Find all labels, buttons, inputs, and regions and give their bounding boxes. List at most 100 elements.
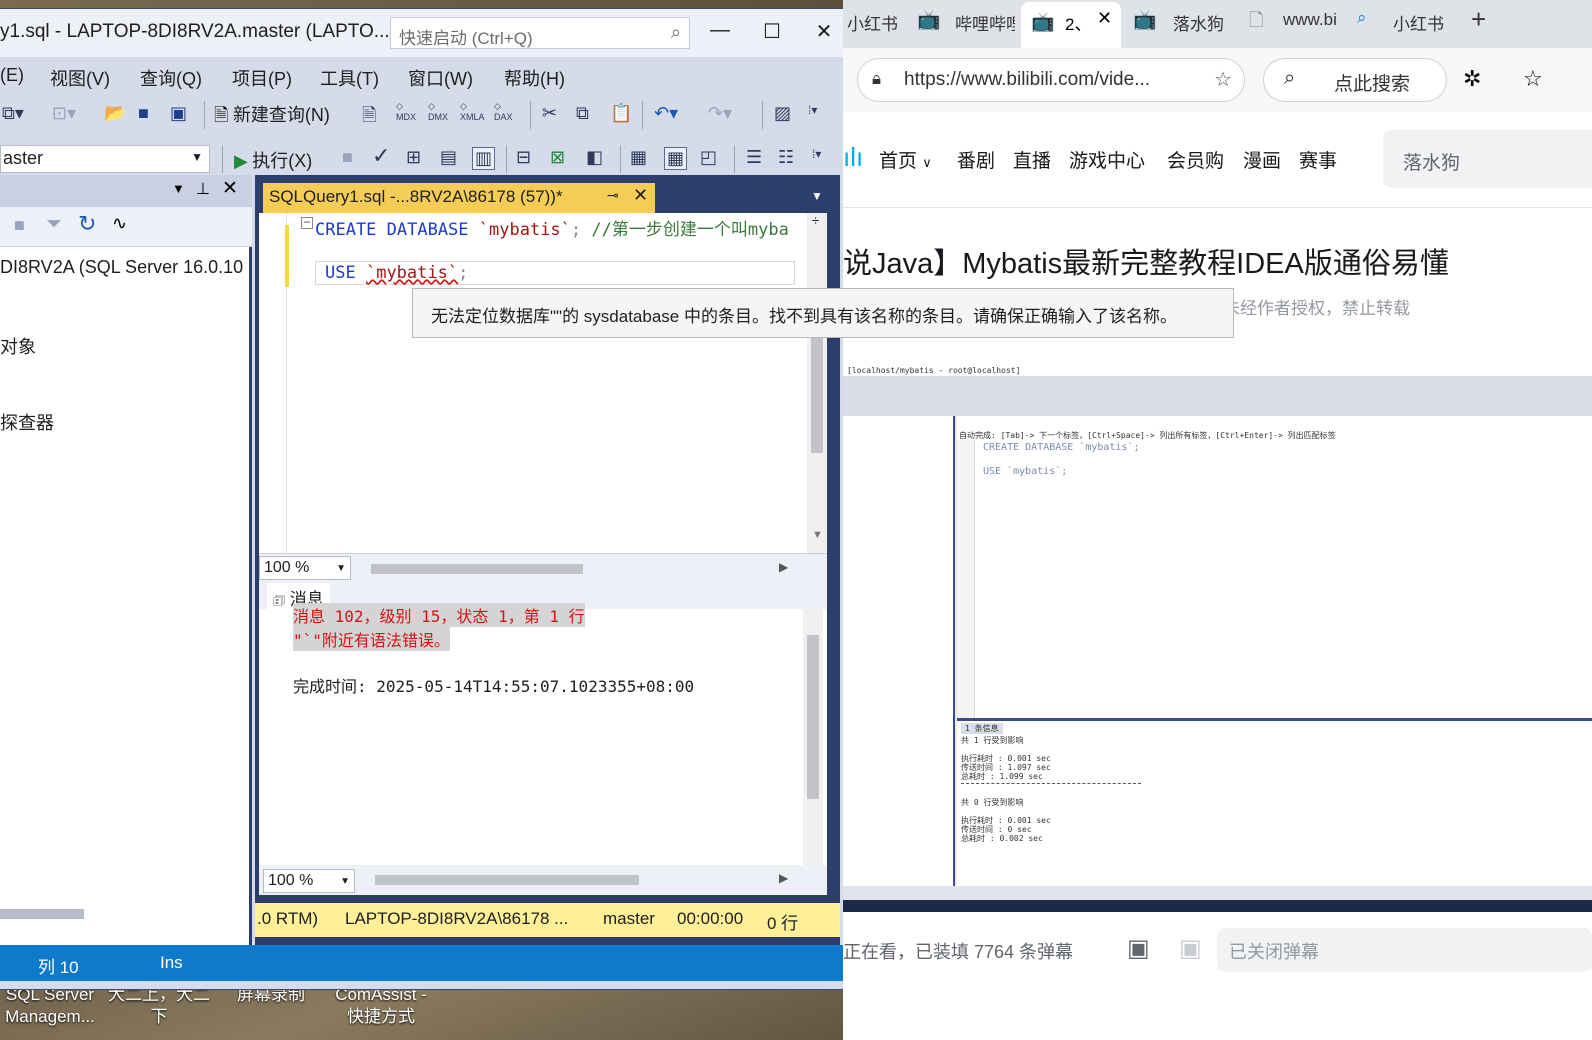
pin-icon[interactable]: ⊸ <box>607 187 619 204</box>
activity-monitor-icon[interactable]: ▨ <box>774 103 791 124</box>
tab-xiaohongshu-2[interactable]: 小红书 <box>1393 10 1444 35</box>
sql-editor[interactable]: − CREATE DATABASE `mybatis`; //第一步创建一个叫m… <box>259 213 827 553</box>
tab-www[interactable]: www.bi <box>1283 10 1337 30</box>
danmaku-settings-icon[interactable]: ▣ <box>1179 934 1202 963</box>
quick-launch-input[interactable]: 快速启动 (Ctrl+Q) ⌕ <box>390 17 690 49</box>
scrollbar-thumb[interactable] <box>807 635 819 799</box>
results-file-icon[interactable]: ◰ <box>700 147 717 168</box>
desktop-icon-ssms[interactable]: SQL Server Managem... <box>0 984 100 1028</box>
xmla-query-button[interactable]: ◇ XMLA <box>460 101 485 122</box>
uncomment-icon[interactable]: ☷ <box>778 147 794 168</box>
paste-icon[interactable]: 📋 <box>610 103 632 124</box>
new-query-button[interactable]: 🗎 新建查询(N) <box>214 101 330 133</box>
menu-project[interactable]: 项目(P) <box>232 65 292 91</box>
parse-check-icon[interactable]: ✓ <box>372 143 390 169</box>
vertical-scrollbar[interactable]: ÷ ▼ <box>807 213 827 553</box>
redo-icon[interactable]: ↷▾ <box>708 103 732 124</box>
new-project-icon[interactable]: ⧉▾ <box>2 103 24 124</box>
include-stats-icon[interactable]: ⊠ <box>550 147 565 168</box>
show-plan-icon[interactable]: ⊟ <box>516 147 531 168</box>
save-icon[interactable]: ■ <box>138 103 149 124</box>
stop-icon[interactable]: ■ <box>14 215 25 236</box>
menu-edit[interactable]: (E) <box>0 65 24 86</box>
vertical-scrollbar[interactable] <box>803 609 823 865</box>
client-stats-icon[interactable]: ◧ <box>586 147 603 168</box>
activity-icon[interactable]: ∿ <box>112 213 127 234</box>
toolbar-overflow-icon[interactable]: ⁞▾ <box>808 103 817 117</box>
star-icon[interactable]: ☆ <box>1214 67 1232 92</box>
zoom-selector[interactable]: 100 % ▼ <box>263 869 355 893</box>
refresh-icon[interactable]: ↻ <box>78 211 96 237</box>
tab-xiaohongshu[interactable]: 小红书 <box>847 10 898 35</box>
collapse-icon[interactable]: − <box>301 216 313 229</box>
scroll-right-icon[interactable]: ▶ <box>779 871 788 885</box>
menu-window[interactable]: 窗口(W) <box>408 65 473 91</box>
tree-item-profiler[interactable]: 探查器 <box>0 409 54 435</box>
document-tab[interactable]: SQLQuery1.sql -...8RV2A\86178 (57))* ⊸ ✕ <box>263 183 655 213</box>
zoom-selector[interactable]: 100 % ▼ <box>259 556 351 580</box>
results-text-icon[interactable]: ▦ <box>630 147 647 168</box>
toolbar-overflow-icon[interactable]: ⁞▾ <box>812 147 821 161</box>
tab-luoshuigou[interactable]: 落水狗 <box>1173 10 1224 35</box>
horizontal-scrollbar-thumb[interactable] <box>371 564 583 574</box>
intellisense-icon[interactable]: ▥ <box>472 147 496 170</box>
chevron-down-icon[interactable]: ▼ <box>172 181 185 196</box>
scroll-right-icon[interactable]: ▶ <box>779 560 788 574</box>
menu-help[interactable]: 帮助(H) <box>504 65 565 91</box>
minimize-button[interactable]: — <box>700 19 740 42</box>
split-icon[interactable]: ÷ <box>812 213 819 228</box>
nav-live[interactable]: 直播 <box>1013 146 1051 173</box>
mdx-query-button[interactable]: ◇ MDX <box>396 101 416 122</box>
tab-active[interactable]: 📺 2、 ✕ <box>1021 2 1121 48</box>
favorites-icon[interactable]: ☆ <box>1523 66 1543 92</box>
site-search-input[interactable]: 落水狗 <box>1383 130 1592 188</box>
close-icon[interactable]: ✕ <box>222 177 238 200</box>
address-bar[interactable]: 🔒︎ https://www.bilibili.com/vide... ☆ <box>857 58 1245 102</box>
nav-game-center[interactable]: 游戏中心 <box>1069 146 1145 173</box>
nav-vip-shop[interactable]: 会员购 <box>1167 146 1224 173</box>
close-icon[interactable]: ✕ <box>633 185 648 206</box>
tab-bilibili[interactable]: 哔哩哔哩 <box>955 10 1015 35</box>
new-tab-button[interactable]: + <box>1471 4 1486 35</box>
menu-query[interactable]: 查询(Q) <box>140 65 202 91</box>
nav-manga[interactable]: 漫画 <box>1243 146 1281 173</box>
horizontal-scrollbar[interactable] <box>0 909 84 919</box>
pin-icon[interactable]: ⊥ <box>196 179 210 199</box>
tree-item-objects[interactable]: 对象 <box>0 333 36 359</box>
dax-query-button[interactable]: ◇ DAX <box>494 101 513 122</box>
add-item-icon[interactable]: ⊡▾ <box>52 103 76 124</box>
comment-icon[interactable]: ☰ <box>746 147 762 168</box>
results-grid-icon[interactable]: ▦ <box>664 147 688 170</box>
menu-view[interactable]: 视图(V) <box>50 65 110 91</box>
dmx-query-button[interactable]: ◇ DMX <box>428 101 448 122</box>
desktop-icon-comassist[interactable]: ComAssist - 快捷方式 <box>326 984 436 1028</box>
chevron-down-icon[interactable]: ▼ <box>811 189 823 203</box>
query-icon[interactable]: 🗎 <box>362 103 376 133</box>
scroll-down-icon[interactable]: ▼ <box>812 529 823 541</box>
bilibili-logo-icon[interactable]: ılı <box>843 142 863 173</box>
desktop-icon-folder[interactable]: 大二上，大二下 <box>104 984 214 1028</box>
extensions-icon[interactable]: ✲ <box>1463 66 1481 92</box>
horizontal-scrollbar-thumb[interactable] <box>375 875 639 885</box>
database-selector[interactable]: aster ▼ <box>0 145 210 173</box>
execute-button[interactable]: ▶ 执行(X) <box>234 147 312 173</box>
server-node[interactable]: DI8RV2A (SQL Server 16.0.10 <box>0 257 243 278</box>
copy-icon[interactable]: ⧉ <box>576 103 589 124</box>
danmaku-input[interactable]: 已关闭弹幕 <box>1217 928 1592 972</box>
messages-pane[interactable]: 消息 102，级别 15，状态 1，第 1 行 "`"附近有语法错误。 完成时间… <box>259 603 827 865</box>
video-player[interactable]: [localhost/mybatis - root@localhost] 自动完… <box>843 360 1592 912</box>
browser-search-box[interactable]: ⌕ 点此搜索 <box>1263 58 1447 102</box>
save-all-icon[interactable]: ▣ <box>170 103 187 124</box>
results-icon[interactable]: ▤ <box>440 147 457 168</box>
open-file-icon[interactable]: 📂 <box>104 103 126 124</box>
filter-icon[interactable]: ⏷ <box>46 213 62 236</box>
stop-icon[interactable]: ■ <box>342 147 353 168</box>
nav-esports[interactable]: 赛事 <box>1299 146 1337 173</box>
danmaku-toggle-icon[interactable]: ▣ <box>1127 934 1150 963</box>
menu-tools[interactable]: 工具(T) <box>320 65 379 91</box>
maximize-button[interactable]: ☐ <box>752 19 792 44</box>
plan-icon[interactable]: ⊞ <box>406 147 421 168</box>
nav-bangumi[interactable]: 番剧 <box>957 146 995 173</box>
close-icon[interactable]: ✕ <box>1097 8 1112 29</box>
undo-icon[interactable]: ↶▾ <box>654 103 678 124</box>
